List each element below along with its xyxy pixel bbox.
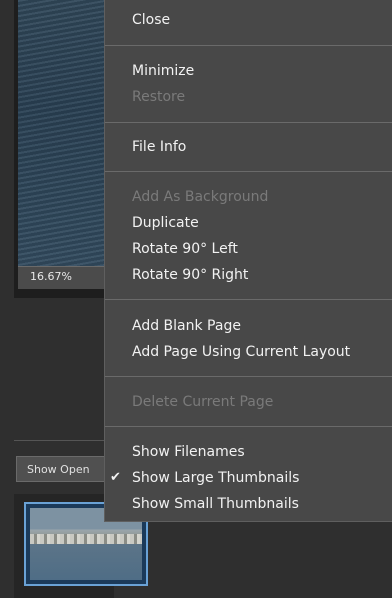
menu-item-rotate-left[interactable]: Rotate 90° Left	[132, 240, 238, 258]
menu-item-add-blank-page[interactable]: Add Blank Page	[132, 317, 241, 335]
menu-separator	[105, 45, 392, 46]
menu-item-minimize[interactable]: Minimize	[132, 62, 194, 80]
menu-item-rotate-right[interactable]: Rotate 90° Right	[132, 266, 248, 284]
menu-item-restore[interactable]: Restore	[132, 88, 185, 106]
checkmark-icon: ✔	[110, 470, 121, 485]
menu-item-label: Show Large Thumbnails	[132, 470, 300, 486]
status-bar: 16.67%	[18, 266, 110, 289]
menu-separator	[105, 376, 392, 377]
menu-separator	[105, 299, 392, 300]
menu-item-show-large-thumbnails[interactable]: ✔ Show Large Thumbnails	[110, 469, 300, 487]
menu-item-duplicate[interactable]: Duplicate	[132, 214, 199, 232]
menu-item-delete-current-page[interactable]: Delete Current Page	[132, 393, 273, 411]
zoom-level: 16.67%	[30, 270, 72, 283]
show-open-select[interactable]: Show Open	[16, 456, 112, 482]
menu-item-add-page-using-current-layout[interactable]: Add Page Using Current Layout	[132, 343, 350, 361]
thumbnail-skyline	[30, 534, 142, 544]
menu-item-add-as-background[interactable]: Add As Background	[132, 188, 268, 206]
menu-item-close[interactable]: Close	[132, 11, 170, 29]
context-menu: Close Minimize Restore File Info Add As …	[104, 0, 392, 522]
menu-item-file-info[interactable]: File Info	[132, 138, 186, 156]
document-image[interactable]	[18, 0, 110, 266]
show-open-select-label: Show Open	[27, 463, 90, 476]
menu-separator	[105, 171, 392, 172]
menu-item-show-filenames[interactable]: Show Filenames	[132, 443, 245, 461]
menu-separator	[105, 122, 392, 123]
menu-item-show-small-thumbnails[interactable]: Show Small Thumbnails	[132, 495, 299, 513]
panel-divider	[14, 440, 114, 441]
menu-separator	[105, 426, 392, 427]
